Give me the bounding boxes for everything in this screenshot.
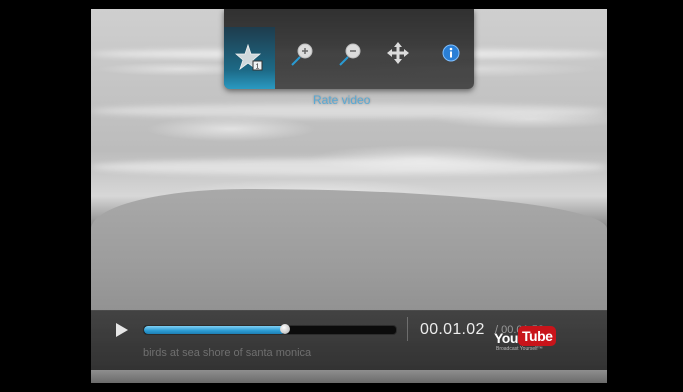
play-icon[interactable]	[115, 322, 129, 338]
wave-foam	[91, 159, 607, 175]
info-icon	[442, 44, 460, 62]
video-toolbar: 1	[224, 9, 474, 89]
progress-fill	[144, 326, 286, 334]
zoom-in-icon	[291, 43, 313, 66]
youtube-logo: You Tube Broadcast Yourself™	[494, 324, 557, 352]
rate-video-button[interactable]: 1	[224, 27, 275, 89]
player-window: 1 Rate video 00.01.02 / birds at sea sho…	[0, 0, 683, 392]
zoom-in-button[interactable]	[288, 37, 320, 69]
info-button[interactable]	[435, 37, 467, 69]
star-rating-icon: 1	[234, 43, 262, 71]
progress-bar[interactable]	[143, 324, 397, 335]
logo-tagline: Broadcast Yourself™	[496, 346, 543, 352]
zoom-out-button[interactable]	[336, 37, 368, 69]
zoom-out-icon	[339, 43, 361, 66]
time-current: 00.01.02	[420, 321, 485, 338]
logo-tube: Tube	[518, 326, 557, 346]
controls-divider	[407, 317, 408, 341]
video-bottom-strip	[91, 370, 607, 383]
logo-you: You	[494, 330, 518, 346]
video-caption: birds at sea shore of santa monica	[143, 347, 312, 359]
move-arrows-icon	[387, 42, 409, 64]
svg-text:1: 1	[255, 64, 259, 71]
toolbar-tooltip: Rate video	[313, 93, 371, 107]
progress-handle[interactable]	[280, 324, 291, 334]
move-button[interactable]	[382, 37, 414, 69]
